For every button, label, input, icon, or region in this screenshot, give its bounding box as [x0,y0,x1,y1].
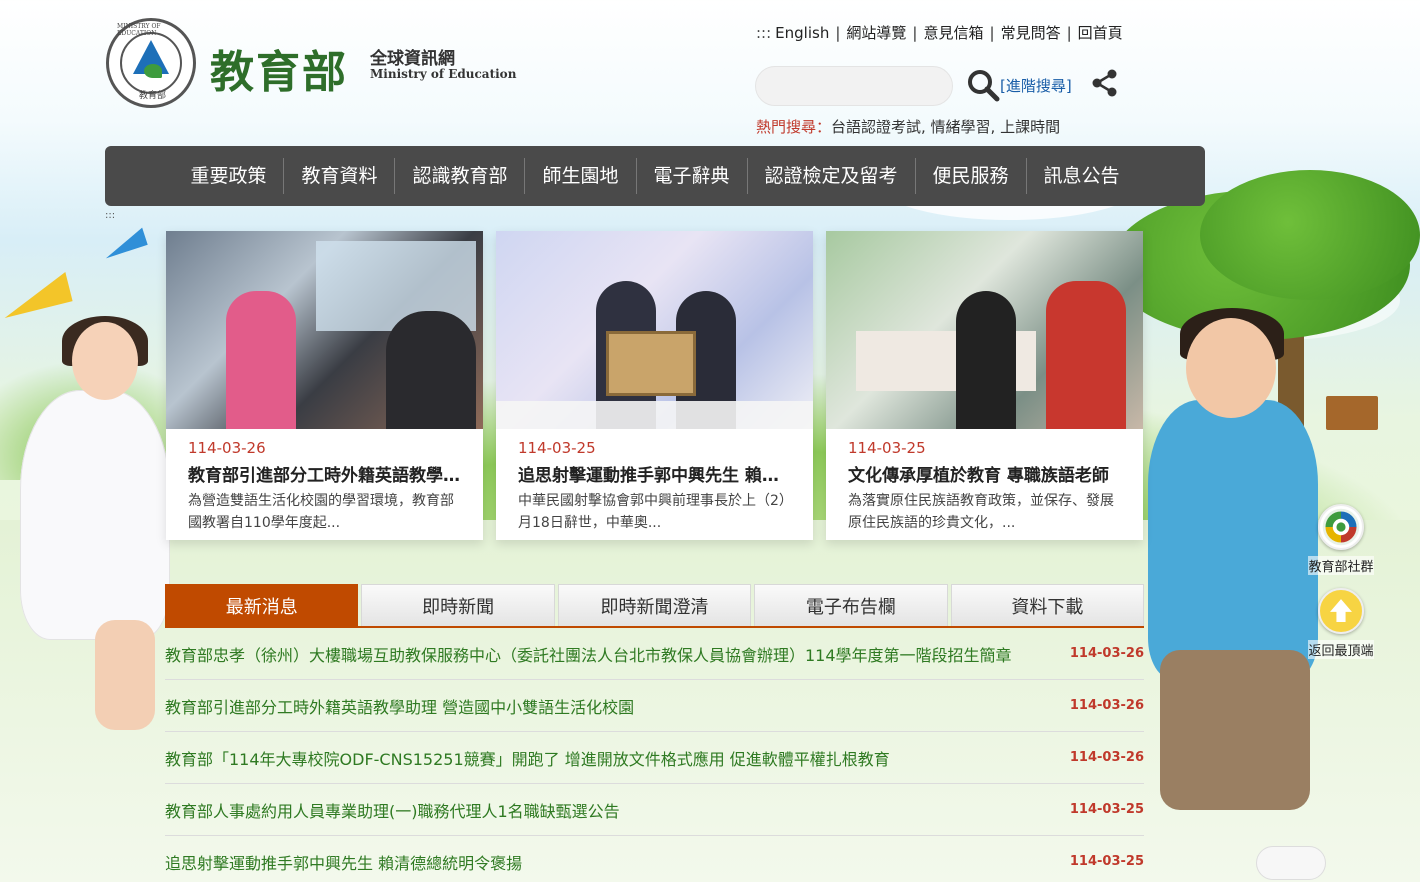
photo-person-shape [1046,281,1126,429]
card-date: 114-03-26 [188,439,266,457]
back-to-top-label[interactable]: 返回最頂端 [1308,640,1374,659]
divider: | [912,23,918,42]
paper-plane-blue-decoration [100,227,148,259]
photo-certificate-shape [606,331,696,396]
toplink-home[interactable]: 回首頁 [1078,22,1123,43]
seal-bottom-text: 教育部 [139,91,167,101]
nav-item-teachers-students[interactable]: 師生園地 [525,158,637,194]
social-button-label[interactable]: 教育部社群 [1308,556,1374,575]
toplink-english[interactable]: English [775,24,829,42]
boy-illustration-pants [1160,650,1310,810]
news-row[interactable]: 追思射擊運動推手郭中興先生 賴清德總統明令褒揚 114-03-25 [165,836,1144,882]
bench-decoration [1326,396,1378,430]
toplink-feedback[interactable]: 意見信箱 [923,22,983,43]
news-date: 114-03-25 [1069,802,1144,817]
nav-item-education-data[interactable]: 教育資料 [284,158,396,194]
girl-illustration-leg [95,620,155,730]
nav-item-announcements[interactable]: 訊息公告 [1027,158,1137,194]
news-list: 教育部忠孝（徐州）大樓職場互助教保服務中心（委託社團法人台北市教保人員協會辦理）… [165,628,1144,882]
girl-illustration-face [72,322,138,400]
card-photo-culture[interactable] [826,231,1143,429]
photo-flowers-shape [496,401,813,429]
tab-downloads[interactable]: 資料下載 [950,584,1145,626]
arrow-up-icon[interactable] [1318,588,1364,634]
card-photo-ceremony[interactable] [496,231,813,429]
boy-illustration [1148,400,1318,680]
accesskey-marker[interactable]: ::: [105,210,115,221]
logo-subtitle-en: Ministry of Education [370,67,517,81]
news-row[interactable]: 教育部「114年大專校院ODF-CNS15251競賽」開跑了 增進開放文件格式應… [165,732,1144,784]
news-date: 114-03-26 [1069,646,1144,661]
paper-plane-yellow-decoration [0,271,73,319]
advanced-search-link[interactable]: [進階搜尋] [1000,75,1072,96]
photo-person-shape [386,311,476,429]
divider: | [835,23,841,42]
tab-instant-news[interactable]: 即時新聞 [361,584,555,626]
search-input[interactable] [755,66,953,106]
seal-leaf-icon [144,64,162,78]
logo-subtitle-cn: 全球資訊網 [370,49,455,69]
nav-item-dictionary[interactable]: 電子辭典 [637,158,748,194]
tab-latest-news[interactable]: 最新消息 [165,584,359,626]
divider: | [1066,23,1072,42]
boy-illustration-face [1186,318,1276,418]
news-title[interactable]: 教育部人事處約用人員專業助理(一)職務代理人1名職缺甄選公告 [165,798,620,822]
card-date: 114-03-25 [518,439,596,457]
news-card[interactable]: 114-03-25 文化傳承厚植於教育 專職族語老師 為落實原住民族語教育政策，… [826,231,1143,540]
news-card[interactable]: 114-03-25 追思射擊運動推手郭中興先生 賴清德總統 中華民國射擊協會郭中… [496,231,813,540]
news-title[interactable]: 追思射擊運動推手郭中興先生 賴清德總統明令褒揚 [165,850,522,874]
card-photo-classroom[interactable] [166,231,483,429]
news-tabs: 最新消息 即時新聞 即時新聞澄清 電子布告欄 資料下載 [165,584,1145,628]
news-title[interactable]: 教育部「114年大專校院ODF-CNS15251競賽」開跑了 增進開放文件格式應… [165,746,890,770]
toplink-faq[interactable]: 常見問答 [1001,22,1061,43]
card-title[interactable]: 教育部引進部分工時外籍英語教學助理 [188,461,461,486]
photo-person-shape [956,291,1016,429]
card-description: 為營造雙語生活化校園的學習環境，教育部國教署自110學年度起... [188,493,454,531]
card-body: 114-03-25 文化傳承厚植於教育 專職族語老師 為落實原住民族語教育政策，… [826,429,1143,534]
news-date: 114-03-25 [1069,854,1144,869]
ministry-seal-logo[interactable]: MINISTRY OF EDUCATION 教育部 [106,18,196,108]
news-title[interactable]: 教育部引進部分工時外籍英語教學助理 營造國中小雙語生活化校園 [165,694,634,718]
seal-emblem [120,32,182,94]
nav-item-about[interactable]: 認識教育部 [395,158,526,194]
news-title[interactable]: 教育部忠孝（徐州）大樓職場互助教保服務中心（委託社團法人台北市教保人員協會辦理）… [165,642,1012,666]
social-button[interactable]: 教育部社群 [1296,504,1386,575]
nav-item-services[interactable]: 便民服務 [916,158,1027,194]
news-row[interactable]: 教育部忠孝（徐州）大樓職場互助教保服務中心（委託社團法人台北市教保人員協會辦理）… [165,628,1144,680]
card-title[interactable]: 文化傳承厚植於教育 專職族語老師 [848,461,1121,486]
card-description: 為落實原住民族語教育政策，並保存、發展原住民族語的珍貴文化，... [848,493,1114,531]
seal-top-text: MINISTRY OF EDUCATION [117,23,161,37]
nav-item-policy[interactable]: 重要政策 [173,158,285,194]
news-row[interactable]: 教育部人事處約用人員專業助理(一)職務代理人1名職缺甄選公告 114-03-25 [165,784,1144,836]
card-body: 114-03-26 教育部引進部分工時外籍英語教學助理 為營造雙語生活化校園的學… [166,429,483,534]
tree-decoration [1200,170,1420,300]
tab-news-clarification[interactable]: 即時新聞澄清 [557,584,752,626]
hot-search-label: 熱門搜尋： [756,118,832,136]
top-links: ::: English | 網站導覽 | 意見信箱 | 常見問答 | 回首頁 [756,22,1123,43]
news-date: 114-03-26 [1069,698,1144,713]
hot-search-terms[interactable]: 台語認證考試, 情緒學習, 上課時間 [831,118,1060,136]
tab-bulletin-board[interactable]: 電子布告欄 [754,584,948,626]
card-date: 114-03-25 [848,439,926,457]
toplink-sitemap[interactable]: 網站導覽 [846,22,906,43]
news-card[interactable]: 114-03-26 教育部引進部分工時外籍英語教學助理 為營造雙語生活化校園的學… [166,231,483,540]
accesskey-marker: ::: [756,23,772,42]
girl-illustration [20,390,170,640]
boy-illustration-shoe [1256,846,1326,880]
back-to-top-button[interactable]: 返回最頂端 [1296,588,1386,659]
card-body: 114-03-25 追思射擊運動推手郭中興先生 賴清德總統 中華民國射擊協會郭中… [496,429,813,534]
photo-person-shape [226,291,296,429]
card-title[interactable]: 追思射擊運動推手郭中興先生 賴清德總統 [518,461,791,486]
news-date: 114-03-26 [1069,750,1144,765]
card-description: 中華民國射擊協會郭中興前理事長於上（2）月18日辭世，中華奧... [518,493,786,531]
news-row[interactable]: 教育部引進部分工時外籍英語教學助理 營造國中小雙語生活化校園 114-03-26 [165,680,1144,732]
divider: | [989,23,995,42]
main-nav: 重要政策 教育資料 認識教育部 師生園地 電子辭典 認證檢定及留考 便民服務 訊… [105,146,1205,206]
search-icon[interactable] [966,68,1000,102]
nav-item-certification[interactable]: 認證檢定及留考 [748,158,916,194]
hot-search: 熱門搜尋：台語認證考試, 情緒學習, 上課時間 [756,116,1060,137]
share-icon[interactable] [1090,68,1120,98]
logo-title-cn[interactable]: 教育部 [210,36,348,100]
social-network-icon[interactable] [1318,504,1364,550]
